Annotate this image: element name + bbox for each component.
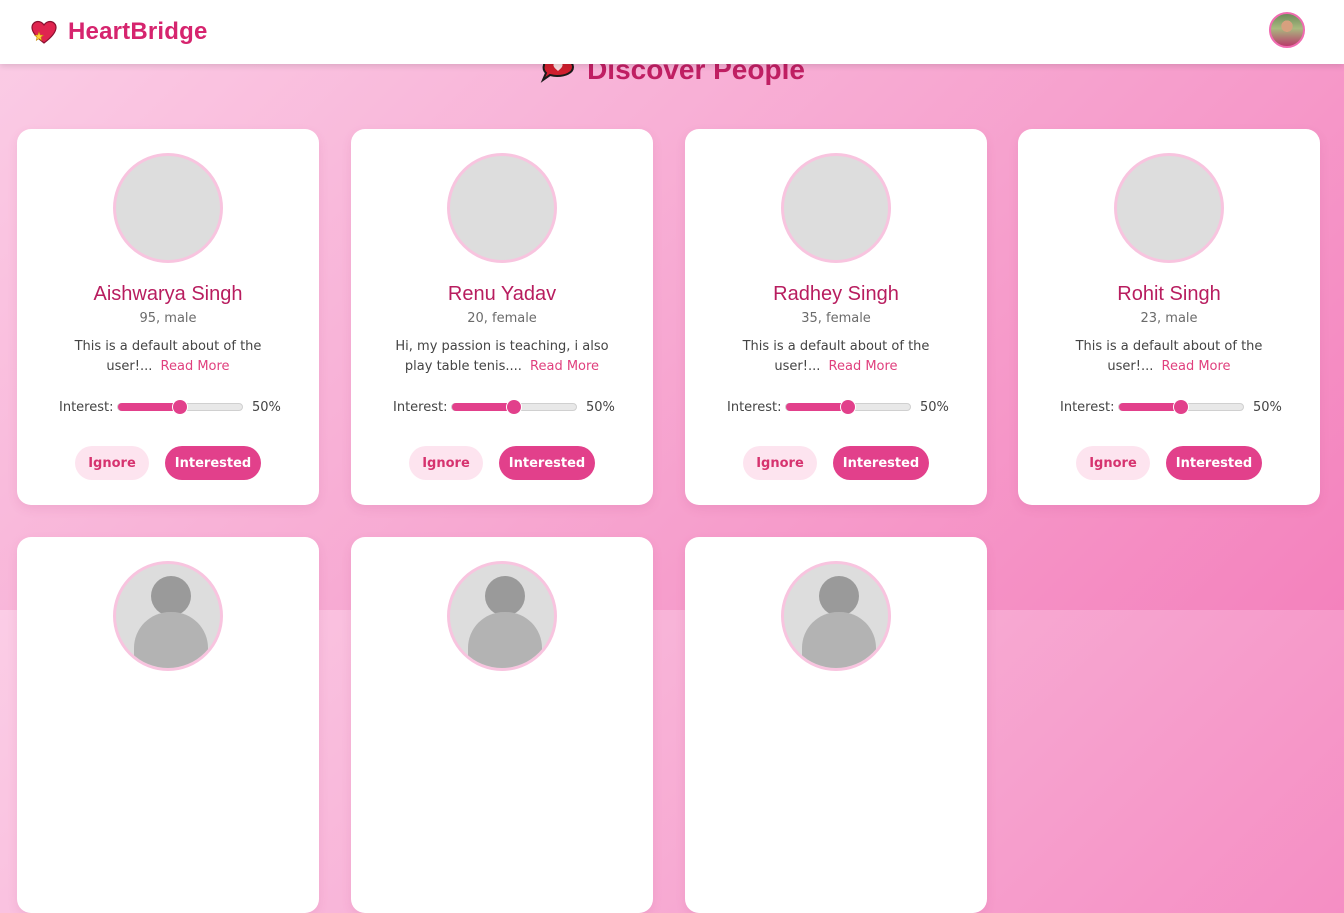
profile-age-gender: 35, female [801,311,871,326]
interest-slider-thumb[interactable] [173,400,187,414]
interest-control: Interest: 50% [1060,397,1290,417]
read-more-link[interactable]: Read More [1162,359,1231,374]
profile-about: This is a default about of the user!... … [57,337,279,377]
interest-slider-fill [118,403,180,411]
interest-control: Interest: 50% [59,397,289,417]
profile-card: Renu Yadav 20, female Hi, my passion is … [351,129,653,505]
ignore-button[interactable]: Ignore [75,446,149,480]
read-more-link[interactable]: Read More [829,359,898,374]
read-more-link[interactable]: Read More [161,359,230,374]
profile-about: Hi, my passion is teaching, i also play … [381,337,623,377]
interested-button[interactable]: Interested [499,446,595,480]
profile-about: This is a default about of the user!... … [725,337,947,377]
profile-photo [113,153,223,263]
interested-button[interactable]: Interested [165,446,261,480]
profile-photo [447,153,557,263]
ignore-button[interactable]: Ignore [409,446,483,480]
profile-age-gender: 20, female [467,311,537,326]
ignore-button[interactable]: Ignore [743,446,817,480]
interest-value: 50% [1253,399,1282,415]
default-avatar-icon [781,561,891,671]
profile-card: Aishwarya Singh 95, male This is a defau… [17,129,319,505]
profile-age-gender: 23, male [1140,311,1198,326]
interest-slider[interactable] [785,400,911,414]
interest-slider-thumb[interactable] [841,400,855,414]
interest-label: Interest: [727,399,782,415]
profile-photo [781,153,891,263]
interest-value: 50% [252,399,281,415]
profile-card [685,537,987,913]
profile-card [17,537,319,913]
top-navbar: HeartBridge [0,0,1344,64]
user-avatar[interactable] [1269,12,1305,48]
interest-slider-fill [452,403,514,411]
profile-photo [1114,153,1224,263]
interest-slider[interactable] [1118,400,1244,414]
interest-label: Interest: [1060,399,1115,415]
interest-slider[interactable] [117,400,243,414]
interest-value: 50% [920,399,949,415]
heart-sparkle-icon [31,20,57,44]
profile-age-gender: 95, male [139,311,197,326]
profile-card [351,537,653,913]
interest-slider-thumb[interactable] [1174,400,1188,414]
profile-name: Rohit Singh [1117,283,1221,305]
brand[interactable]: HeartBridge [30,18,208,46]
interest-slider[interactable] [451,400,577,414]
interest-slider-fill [1119,403,1181,411]
profile-card: Radhey Singh 35, female This is a defaul… [685,129,987,505]
default-avatar-icon [447,561,557,671]
interested-button[interactable]: Interested [833,446,929,480]
profile-card: Rohit Singh 23, male This is a default a… [1018,129,1320,505]
profile-name: Aishwarya Singh [93,283,243,305]
profile-about: This is a default about of the user!... … [1058,337,1280,377]
profile-name: Renu Yadav [447,283,557,305]
interest-control: Interest: 50% [393,397,623,417]
brand-name: HeartBridge [68,18,208,45]
interest-label: Interest: [393,399,448,415]
interest-slider-fill [786,403,848,411]
interest-value: 50% [586,399,615,415]
interest-label: Interest: [59,399,114,415]
interest-control: Interest: 50% [727,397,957,417]
default-avatar-icon [113,561,223,671]
interested-button[interactable]: Interested [1166,446,1262,480]
ignore-button[interactable]: Ignore [1076,446,1150,480]
profile-name: Radhey Singh [773,283,899,305]
interest-slider-thumb[interactable] [507,400,521,414]
read-more-link[interactable]: Read More [530,359,599,374]
